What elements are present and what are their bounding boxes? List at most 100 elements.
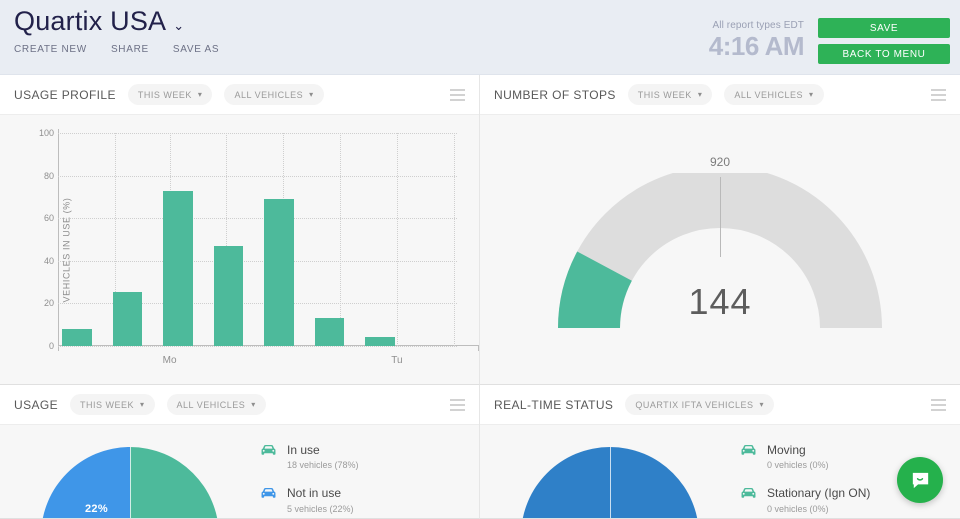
filter-vehicles-dropdown[interactable]: ALL VEHICLES ▾: [724, 84, 824, 105]
car-icon: [740, 487, 757, 505]
legend-label: In use: [287, 443, 320, 457]
legend-sublabel: 18 vehicles (78%): [287, 460, 359, 471]
filter-vehicles-dropdown[interactable]: ALL VEHICLES ▾: [166, 394, 266, 415]
dashboard-grid: USAGE PROFILE THIS WEEK ▾ ALL VEHICLES ▾…: [0, 75, 960, 519]
legend-item[interactable]: Moving 0 vehicles (0%): [740, 443, 870, 470]
legend-sublabel: 0 vehicles (0%): [767, 503, 829, 514]
header-links: CREATE NEW SHARE SAVE AS: [14, 44, 219, 55]
bar-plot-area: 0 20 40 60 80 100 Mo Tu: [39, 128, 479, 366]
chevron-down-icon: ▾: [809, 90, 814, 99]
panel-title: NUMBER OF STOPS: [494, 87, 616, 102]
header-buttons: SAVE BACK TO MENU: [818, 18, 950, 64]
clock-block: All report types EDT 4:16 AM: [708, 18, 805, 61]
share-link[interactable]: SHARE: [111, 44, 149, 55]
save-as-link[interactable]: SAVE AS: [173, 44, 219, 55]
app-header: Quartix USA ⌄ CREATE NEW SHARE SAVE AS A…: [0, 0, 960, 75]
panel-header-real-time-status: REAL-TIME STATUS QUARTIX IFTA VEHICLES ▾: [480, 385, 960, 425]
pie-divider: [610, 447, 611, 518]
usage-legend: In use 18 vehicles (78%) Not in use 5 ve…: [260, 425, 359, 514]
panel-header-usage-profile: USAGE PROFILE THIS WEEK ▾ ALL VEHICLES ▾: [0, 75, 479, 115]
hamburger-menu-icon[interactable]: [450, 398, 465, 411]
legend-label: Not in use: [287, 486, 342, 501]
legend-sublabel: 5 vehicles (22%): [287, 503, 354, 514]
brand-row[interactable]: Quartix USA ⌄: [14, 8, 219, 35]
current-time: 4:16 AM: [708, 31, 805, 61]
filter-vehicles-dropdown[interactable]: QUARTIX IFTA VEHICLES ▾: [625, 394, 775, 415]
legend-item[interactable]: Not in use 5 vehicles (22%): [260, 486, 359, 514]
page-title: Quartix USA: [14, 6, 167, 36]
y-axis-tick: 40: [43, 255, 54, 266]
panel-header-number-of-stops: NUMBER OF STOPS THIS WEEK ▾ ALL VEHICLES…: [480, 75, 960, 115]
back-to-menu-button[interactable]: BACK TO MENU: [818, 44, 950, 64]
chevron-down-icon: ▾: [759, 400, 765, 409]
create-new-link[interactable]: CREATE NEW: [14, 44, 87, 55]
filter-period-dropdown[interactable]: THIS WEEK ▾: [127, 84, 213, 105]
bar[interactable]: [163, 190, 193, 346]
bar[interactable]: [213, 245, 244, 346]
legend-text: Not in use 5 vehicles (22%): [287, 486, 354, 513]
usage-pie-holder: 22%: [0, 425, 260, 518]
filter-vehicles-label: QUARTIX IFTA VEHICLES: [635, 399, 754, 410]
filter-period-label: THIS WEEK: [80, 399, 135, 410]
filter-period-dropdown[interactable]: THIS WEEK ▾: [627, 84, 713, 105]
bar[interactable]: [314, 318, 345, 346]
chevron-down-icon: ▾: [140, 400, 145, 409]
gauge-container: 920 144: [550, 155, 890, 345]
x-axis-tick: Mo: [162, 355, 177, 366]
legend-item[interactable]: In use 18 vehicles (78%): [260, 443, 359, 470]
panel-number-of-stops: NUMBER OF STOPS THIS WEEK ▾ ALL VEHICLES…: [480, 75, 960, 385]
panel-title: REAL-TIME STATUS: [494, 397, 614, 412]
filter-vehicles-label: ALL VEHICLES: [734, 89, 804, 100]
hamburger-menu-icon[interactable]: [931, 398, 946, 411]
status-pie-holder: [480, 425, 740, 518]
report-types-label: All report types EDT: [712, 20, 804, 31]
hamburger-menu-icon[interactable]: [931, 88, 946, 101]
panel-usage: USAGE THIS WEEK ▾ ALL VEHICLES ▾ 22% In …: [0, 385, 480, 519]
real-time-status-pie-row: Moving 0 vehicles (0%) Stationary (Ign O…: [480, 425, 960, 518]
usage-pie-chart[interactable]: 22%: [41, 447, 219, 518]
filter-period-label: THIS WEEK: [137, 89, 192, 100]
filter-vehicles-dropdown[interactable]: ALL VEHICLES ▾: [224, 84, 324, 105]
status-pie-chart[interactable]: [521, 447, 699, 518]
vertical-gridline: [396, 133, 398, 346]
status-legend: Moving 0 vehicles (0%) Stationary (Ign O…: [740, 425, 870, 514]
y-axis-tick: 60: [43, 213, 54, 224]
chat-bubble-icon: [912, 472, 928, 488]
gauge-value-label: 144: [688, 280, 752, 322]
filter-vehicles-label: ALL VEHICLES: [234, 89, 304, 100]
chevron-down-icon: ▾: [251, 400, 256, 409]
filter-vehicles-label: ALL VEHICLES: [176, 399, 246, 410]
y-axis-tick: 80: [43, 170, 54, 181]
number-of-stops-gauge: 920 144: [480, 115, 960, 384]
legend-item[interactable]: Stationary (Ign ON) 0 vehicles (0%): [740, 486, 870, 514]
gauge-max-label: 920: [709, 154, 731, 169]
bar[interactable]: [112, 291, 143, 346]
legend-text: Stationary (Ign ON) 0 vehicles (0%): [767, 486, 870, 513]
legend-text: Moving 0 vehicles (0%): [767, 443, 829, 470]
car-icon: [260, 444, 277, 462]
chevron-down-icon[interactable]: ⌄: [173, 19, 184, 32]
y-axis-tick: 20: [43, 298, 54, 309]
save-button[interactable]: SAVE: [818, 18, 950, 38]
usage-pie-row: 22% In use 18 vehicles (78%) Not in use …: [0, 425, 479, 518]
y-axis-tick: 100: [38, 128, 54, 138]
chevron-down-icon: ▾: [697, 90, 703, 99]
usage-profile-chart: VEHICLES IN USE (%) 0 20 40 60 80 100 Mo Tu: [0, 115, 479, 384]
panel-header-usage: USAGE THIS WEEK ▾ ALL VEHICLES ▾: [0, 385, 479, 425]
car-icon: [740, 444, 757, 462]
bar[interactable]: [264, 199, 294, 346]
chevron-down-icon: ▾: [309, 90, 314, 99]
gridline: [58, 346, 457, 347]
bar[interactable]: [62, 328, 92, 346]
legend-label: Stationary (Ign ON): [767, 486, 871, 501]
x-axis-tick: Tu: [391, 355, 403, 366]
panel-title: USAGE PROFILE: [14, 87, 116, 102]
vertical-gridline: [453, 133, 455, 346]
y-axis-line: [58, 129, 59, 346]
bar[interactable]: [365, 337, 395, 346]
chat-bubble-button[interactable]: [897, 457, 943, 503]
filter-period-dropdown[interactable]: THIS WEEK ▾: [70, 394, 155, 415]
gauge-needle: [720, 176, 721, 257]
panel-usage-profile: USAGE PROFILE THIS WEEK ▾ ALL VEHICLES ▾…: [0, 75, 480, 385]
hamburger-menu-icon[interactable]: [450, 88, 465, 101]
